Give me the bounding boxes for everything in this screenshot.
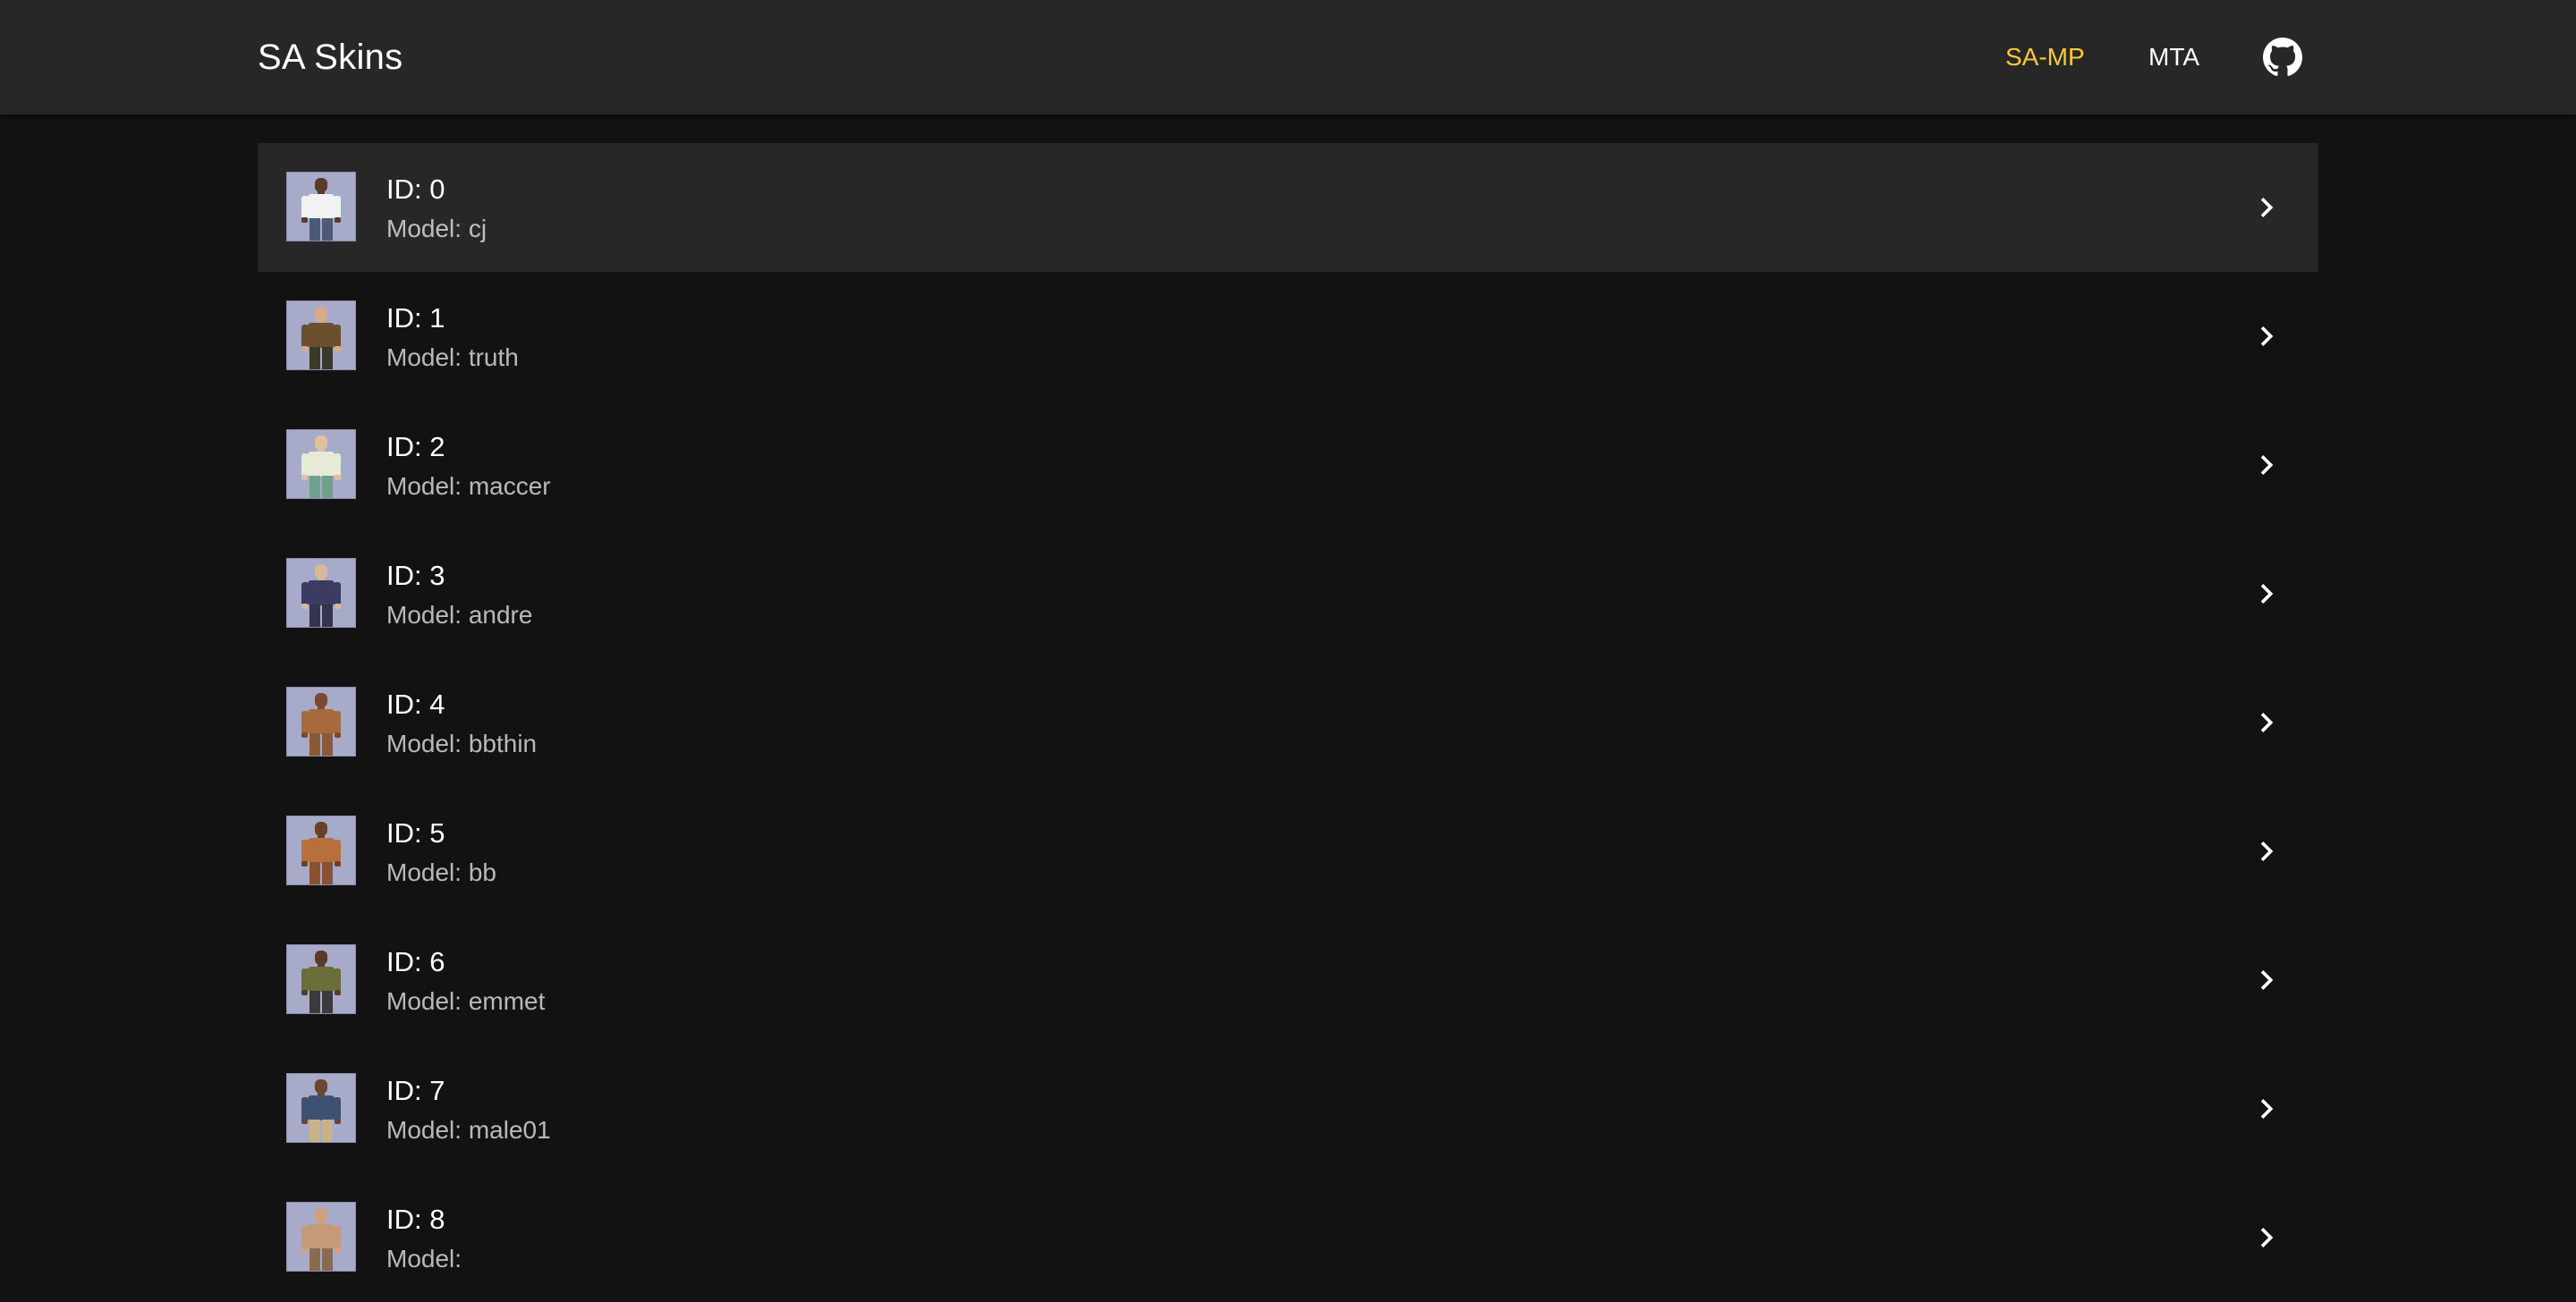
app-bar: SA Skins SA-MP MTA: [0, 0, 2576, 114]
nav-link-mta[interactable]: MTA: [2148, 0, 2199, 114]
skin-text: ID: 6 Model: emmet: [386, 943, 545, 1021]
skin-text: ID: 0 Model: cj: [386, 170, 487, 249]
skin-list-item[interactable]: ID: 0 Model: cj: [258, 143, 2318, 272]
skin-thumbnail: [286, 816, 356, 885]
skin-id: ID: 0: [386, 173, 445, 205]
chevron-right-icon[interactable]: [2247, 960, 2286, 1000]
chevron-right-icon[interactable]: [2247, 317, 2286, 356]
skin-list-item[interactable]: ID: 7 Model: male01: [258, 1044, 2318, 1173]
skin-thumbnail: [286, 300, 356, 370]
skin-list-item[interactable]: ID: 4 Model: bbthin: [258, 658, 2318, 787]
chevron-right-icon[interactable]: [2247, 703, 2286, 742]
nav-link-samp[interactable]: SA-MP: [2005, 0, 2085, 114]
skin-model: Model: emmet: [386, 987, 546, 1015]
skin-id: ID: 2: [386, 431, 445, 462]
skin-text: ID: 5 Model: bb: [386, 814, 496, 892]
chevron-right-icon[interactable]: [2247, 574, 2286, 613]
skin-id: ID: 8: [386, 1204, 445, 1235]
skin-list-item[interactable]: ID: 5 Model: bb: [258, 787, 2318, 916]
skin-model: Model: andre: [386, 601, 533, 629]
skin-model: Model: cj: [386, 215, 487, 242]
skin-id: ID: 5: [386, 817, 445, 849]
skin-text: ID: 3 Model: andre: [386, 556, 532, 635]
skin-id: ID: 1: [386, 302, 445, 334]
skin-thumbnail: [286, 172, 356, 241]
skin-thumbnail: [286, 944, 356, 1014]
chevron-right-icon[interactable]: [2247, 1218, 2286, 1257]
skin-text: ID: 8 Model:: [386, 1200, 462, 1279]
skin-list-item[interactable]: ID: 3 Model: andre: [258, 529, 2318, 658]
chevron-right-icon[interactable]: [2247, 832, 2286, 871]
chevron-right-icon[interactable]: [2247, 445, 2286, 485]
skin-id: ID: 6: [386, 946, 445, 977]
skin-thumbnail: [286, 429, 356, 499]
skin-list: ID: 0 Model: cj ID: 1 Model: truth ID: 2 Mode…: [258, 143, 2318, 1302]
skin-text: ID: 4 Model: bbthin: [386, 685, 537, 764]
skin-id: ID: 7: [386, 1075, 445, 1106]
skin-model: Model: bbthin: [386, 730, 538, 757]
skin-list-item[interactable]: ID: 1 Model: truth: [258, 272, 2318, 401]
skin-list-item[interactable]: ID: 6 Model: emmet: [258, 916, 2318, 1044]
app-title[interactable]: SA Skins: [258, 0, 402, 114]
skin-text: ID: 1 Model: truth: [386, 299, 519, 377]
skin-text: ID: 2 Model: maccer: [386, 427, 551, 506]
chevron-right-icon[interactable]: [2247, 1089, 2286, 1129]
skin-list-item[interactable]: ID: 2 Model: maccer: [258, 401, 2318, 529]
github-icon[interactable]: [2263, 38, 2302, 77]
chevron-right-icon[interactable]: [2247, 188, 2286, 227]
skin-model: Model: truth: [386, 343, 519, 371]
skin-thumbnail: [286, 1073, 356, 1143]
skin-thumbnail: [286, 1202, 356, 1272]
skin-id: ID: 3: [386, 560, 445, 591]
skin-model: Model:: [386, 1245, 462, 1272]
skin-id: ID: 4: [386, 689, 445, 720]
skin-list-item[interactable]: ID: 8 Model:: [258, 1173, 2318, 1302]
skin-thumbnail: [286, 687, 356, 757]
skin-model: Model: maccer: [386, 472, 551, 500]
skin-model: Model: male01: [386, 1116, 551, 1144]
skin-model: Model: bb: [386, 858, 496, 886]
skin-thumbnail: [286, 558, 356, 628]
skin-text: ID: 7 Model: male01: [386, 1071, 551, 1150]
